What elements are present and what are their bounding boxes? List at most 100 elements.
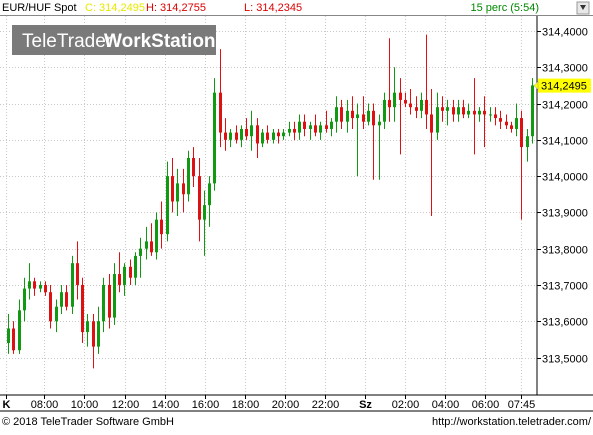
low-price-label: L: 314,2345: [244, 2, 302, 14]
candle-body: [108, 284, 111, 318]
candle-body: [65, 292, 68, 307]
x-tick-label: 22:00: [312, 399, 340, 411]
x-tick-label: 08:00: [31, 399, 59, 411]
candle: [531, 78, 534, 144]
x-tick-label: 10:00: [71, 399, 99, 411]
candle-body: [229, 132, 232, 140]
x-tick-label: 04:00: [432, 399, 460, 411]
candle-body: [250, 125, 253, 137]
y-tick-label: 313,6000: [542, 317, 588, 329]
candle-body: [425, 99, 428, 115]
last-price-label: 314,2495: [541, 81, 587, 93]
copyright-text: © 2018 TeleTrader Software GmbH: [2, 416, 174, 428]
candle: [213, 78, 216, 191]
candle-body: [39, 284, 42, 289]
interval-label: 15 perc (5:54): [471, 2, 539, 14]
high-price-label: H: 314,2755: [146, 2, 206, 14]
candle-body: [240, 128, 243, 140]
candle-body: [314, 125, 317, 133]
candle-body: [118, 274, 121, 285]
candle-body: [441, 107, 444, 111]
x-tick-label: Sz: [359, 399, 372, 411]
last-price-marker: 314,2495: [533, 78, 591, 93]
candle-body: [102, 284, 105, 322]
candle-body: [86, 321, 89, 333]
candle-body: [123, 266, 126, 285]
candle-body: [388, 99, 391, 108]
candle-body: [367, 110, 370, 122]
candle-body: [235, 132, 238, 140]
symbol-label: EUR/HUF Spot: [2, 2, 77, 14]
y-tick-label: 313,9000: [542, 208, 588, 220]
candle-body: [452, 107, 455, 115]
candle-body: [510, 125, 513, 129]
candle-body: [18, 310, 21, 351]
candle-body: [362, 114, 365, 122]
x-tick-label: 07:45: [508, 399, 536, 411]
candle-body: [266, 132, 269, 140]
close-price-label: C: 314,2495: [85, 2, 145, 14]
candle-body: [340, 107, 343, 122]
candle-body: [399, 92, 402, 100]
candle-body: [166, 176, 169, 235]
y-tick-label: 314,0000: [542, 172, 588, 184]
candle-body: [160, 219, 163, 235]
candle-body: [489, 114, 492, 116]
candle-body: [71, 263, 74, 307]
candle-body: [176, 183, 179, 202]
candle-body: [303, 121, 306, 129]
candle-body: [113, 274, 116, 318]
chart-window: TeleTrader WorkStation EUR/HUF Spot C: 3…: [0, 0, 593, 430]
candle-body: [12, 328, 15, 351]
candle-body: [33, 281, 36, 289]
candle-body: [7, 328, 10, 343]
candle-body: [245, 128, 248, 137]
candle-body: [129, 266, 132, 278]
candle-body: [467, 110, 470, 115]
candle-body: [330, 121, 333, 129]
x-tick-label: 18:00: [232, 399, 260, 411]
chart-background: [0, 0, 593, 430]
candle-body: [409, 103, 412, 108]
candle-body: [192, 157, 195, 177]
candle-body: [531, 85, 534, 137]
candle-body: [134, 255, 137, 278]
x-tick-label: 12:00: [112, 399, 140, 411]
footer-url-link[interactable]: http://workstation.teletrader.com/: [432, 416, 592, 428]
candle-body: [145, 241, 148, 249]
candle-body: [256, 125, 259, 144]
candle-body: [319, 125, 322, 133]
x-tick-label: 20:00: [272, 399, 300, 411]
candle-body: [404, 99, 407, 104]
candle-body: [351, 110, 354, 119]
candle-body: [60, 292, 63, 307]
candle-body: [515, 118, 518, 129]
y-tick-label: 314,4000: [542, 27, 588, 39]
candle-body: [44, 284, 47, 293]
candle-body: [346, 110, 349, 122]
scroll-arrow-icon[interactable]: [576, 1, 590, 15]
candle-body: [97, 321, 100, 347]
candle-body: [526, 136, 529, 148]
candle-body: [76, 263, 79, 285]
watermark-text-bold: WorkStation: [104, 31, 216, 52]
candle-body: [325, 125, 328, 129]
candle-body: [150, 241, 153, 253]
candle-body: [520, 118, 523, 148]
candlestick-chart[interactable]: TeleTrader WorkStation EUR/HUF Spot C: 3…: [0, 0, 593, 430]
candle: [71, 255, 74, 314]
candle-body: [430, 114, 433, 133]
candle-body: [28, 281, 31, 289]
candle-body: [293, 128, 296, 133]
x-tick-label: 02:00: [392, 399, 420, 411]
candle-body: [92, 321, 95, 347]
chart-header: EUR/HUF Spot C: 314,2495 H: 314,2755 L: …: [2, 1, 590, 15]
candle-body: [139, 248, 142, 256]
candle-body: [213, 92, 216, 184]
candle-body: [457, 107, 460, 115]
candle-body: [420, 99, 423, 111]
candle-body: [261, 132, 264, 144]
candle-body: [383, 99, 386, 122]
y-tick-label: 313,8000: [542, 245, 588, 257]
candle-body: [182, 183, 185, 195]
